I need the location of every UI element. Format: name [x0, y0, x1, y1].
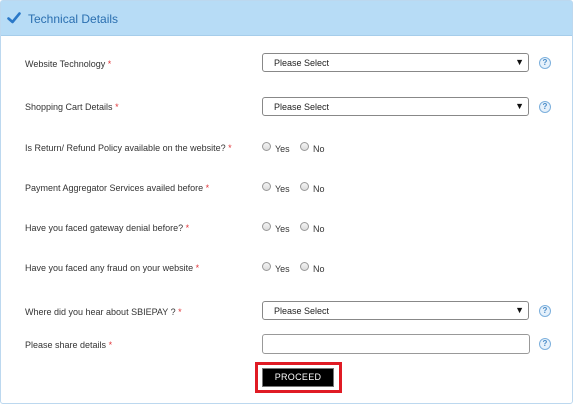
section-title: Technical Details — [28, 12, 119, 26]
refund-policy-no-radio[interactable] — [300, 142, 309, 151]
select-value: Please Select — [274, 58, 330, 68]
checkmark-icon — [7, 12, 21, 24]
panel-header[interactable]: Technical Details — [1, 1, 572, 36]
select-value: Please Select — [274, 306, 330, 316]
gateway-denial-label: Have you faced gateway denial before? * — [25, 223, 190, 233]
refund-policy-yes-label: Yes — [275, 144, 290, 154]
dropdown-arrow-icon: ▼ — [515, 101, 524, 111]
refund-policy-no-label: No — [313, 144, 325, 154]
fraud-no-radio[interactable] — [300, 262, 309, 271]
select-value: Please Select — [274, 102, 330, 112]
gateway-denial-yes-label: Yes — [275, 224, 290, 234]
gateway-denial-no-radio[interactable] — [300, 222, 309, 231]
payment-aggregator-no-radio[interactable] — [300, 182, 309, 191]
payment-aggregator-label: Payment Aggregator Services availed befo… — [25, 183, 210, 193]
help-icon[interactable]: ? — [539, 305, 551, 317]
required-marker: * — [115, 102, 119, 112]
help-icon[interactable]: ? — [539, 338, 551, 350]
hear-about-select[interactable]: Please Select ▼ — [262, 301, 529, 320]
help-icon[interactable]: ? — [539, 57, 551, 69]
dropdown-arrow-icon: ▼ — [515, 305, 524, 315]
shopping-cart-label: Shopping Cart Details * — [25, 102, 119, 112]
fraud-no-label: No — [313, 264, 325, 274]
help-icon[interactable]: ? — [539, 101, 551, 113]
required-marker: * — [108, 340, 113, 350]
website-technology-label: Website Technology * — [25, 59, 112, 69]
payment-aggregator-no-label: No — [313, 184, 325, 194]
fraud-yes-label: Yes — [275, 264, 290, 274]
fraud-yes-radio[interactable] — [262, 262, 271, 271]
required-marker: * — [205, 183, 210, 193]
gateway-denial-no-label: No — [313, 224, 325, 234]
refund-policy-yes-radio[interactable] — [262, 142, 271, 151]
required-marker: * — [107, 59, 112, 69]
payment-aggregator-yes-radio[interactable] — [262, 182, 271, 191]
required-marker: * — [178, 307, 182, 317]
proceed-button[interactable]: PROCEED — [262, 368, 334, 387]
fraud-label: Have you faced any fraud on your website… — [25, 263, 200, 273]
hear-about-label: Where did you hear about SBIEPAY ? * — [25, 307, 182, 317]
required-marker: * — [195, 263, 200, 273]
gateway-denial-yes-radio[interactable] — [262, 222, 271, 231]
required-marker: * — [185, 223, 190, 233]
payment-aggregator-yes-label: Yes — [275, 184, 290, 194]
refund-policy-label: Is Return/ Refund Policy available on th… — [25, 143, 232, 153]
dropdown-arrow-icon: ▼ — [515, 57, 524, 67]
share-details-input[interactable] — [262, 334, 530, 354]
shopping-cart-select[interactable]: Please Select ▼ — [262, 97, 529, 116]
share-details-label: Please share details * — [25, 340, 113, 350]
required-marker: * — [228, 143, 232, 153]
website-technology-select[interactable]: Please Select ▼ — [262, 53, 529, 72]
